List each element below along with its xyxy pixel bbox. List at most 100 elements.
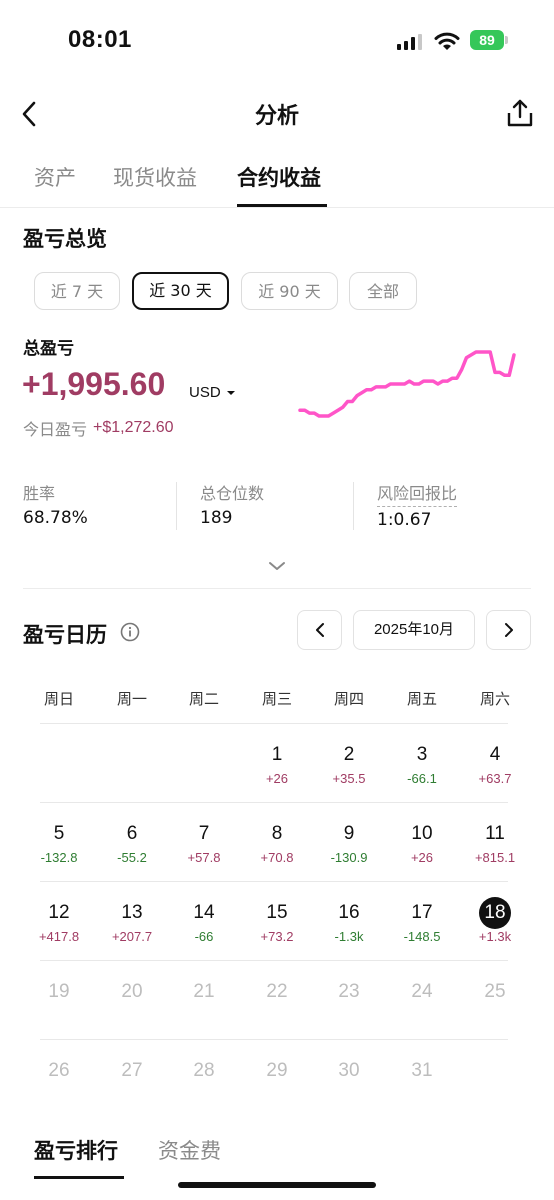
calendar-day-pnl: +57.8 [187,850,221,865]
calendar-day[interactable]: 14 -66 [168,901,240,944]
calendar-day[interactable]: 5 -132.8 [23,822,95,865]
calendar-day-number: 6 [126,823,138,844]
calendar-day-number: 19 [48,981,70,1002]
calendar-day[interactable]: 17 -148.5 [386,901,458,944]
month-selector[interactable]: 2025年10月 [353,610,475,650]
page-title: 分析 [254,104,299,129]
calendar-day-number: 4 [489,744,501,765]
calendar-day[interactable]: 10 +26 [386,822,458,865]
calendar-day[interactable]: 12 +417.8 [23,901,95,944]
calendar-day-number: 26 [48,1060,70,1081]
expand-chevron-icon[interactable] [267,560,287,572]
chevron-left-icon [315,623,324,637]
calendar-day[interactable]: 7 +57.8 [168,822,240,865]
calendar-day-number: 16 [338,902,360,923]
period-7d-button[interactable]: 近 7 天 [34,272,120,310]
calendar-day-pnl: +73.2 [260,929,294,944]
pnl-calendar-title: 盈亏日历 [23,623,107,647]
calendar-day[interactable]: 6 -55.2 [96,822,168,865]
calendar-day[interactable]: 1 +26 [241,743,313,786]
prev-month-button[interactable] [297,610,342,650]
sparkline-series [298,350,516,418]
calendar-day[interactable]: 9 -130.9 [313,822,385,865]
stat-divider [353,482,354,530]
calendar-day-number: 31 [411,1060,433,1081]
calendar-day[interactable]: 27 [96,1059,168,1083]
today-pnl-value: +$1,272.60 [93,419,174,436]
info-icon[interactable] [120,622,140,642]
risk-reward-value: 1:0.67 [377,510,432,530]
status-time: 08:01 [68,26,132,53]
calendar-day-number: 9 [343,823,355,844]
calendar-day-number: 5 [53,823,65,844]
calendar-day-number: 2 [343,744,355,765]
tab-pnl-ranking[interactable]: 盈亏排行 [34,1135,118,1165]
currency-selector[interactable]: USD [189,384,236,401]
period-30d-button[interactable]: 近 30 天 [132,272,229,310]
calendar-day[interactable]: 30 [313,1059,385,1083]
calendar-day-pnl: +26 [265,771,289,786]
calendar-day-number: 8 [271,823,283,844]
calendar-day-pnl: -130.9 [330,850,368,865]
tab-futures-earnings[interactable]: 合约收益 [237,162,321,192]
section-divider [23,588,531,589]
tab-assets[interactable]: 资产 [34,162,76,192]
total-pnl-value: +1,995.60 [22,366,166,402]
calendar-day[interactable]: 23 [313,980,385,1004]
calendar-day-pnl: +63.7 [478,771,512,786]
calendar-day-pnl: -132.8 [40,850,78,865]
calendar-day[interactable]: 13 +207.7 [96,901,168,944]
calendar-day[interactable]: 15 +73.2 [241,901,313,944]
period-all-button[interactable]: 全部 [349,272,417,310]
tab-funding-fee[interactable]: 资金费 [158,1135,221,1165]
today-pnl-label: 今日盈亏 [23,420,88,439]
calendar-day[interactable]: 16 -1.3k [313,901,385,944]
calendar-day-number: 23 [338,981,360,1002]
risk-reward-label[interactable]: 风险回报比 [377,480,458,507]
weekday-wed: 周三 [261,690,292,708]
weekday-sat: 周六 [479,690,510,708]
share-icon[interactable] [505,98,535,128]
calendar-row-divider [40,723,508,724]
calendar-day-number: 14 [193,902,215,923]
chevron-right-icon [504,623,513,637]
calendar-day[interactable]: 25 [459,980,531,1004]
calendar-day[interactable]: 26 [23,1059,95,1083]
calendar-day[interactable]: 4 +63.7 [459,743,531,786]
calendar-day[interactable]: 3 -66.1 [386,743,458,786]
calendar-day[interactable]: 24 [386,980,458,1004]
calendar-row-divider [40,1039,508,1040]
calendar-day[interactable]: 18 +1.3k [459,897,531,944]
calendar-day[interactable]: 31 [386,1059,458,1083]
battery-icon: 89 [470,30,504,50]
next-month-button[interactable] [486,610,531,650]
calendar-day[interactable]: 2 +35.5 [313,743,385,786]
home-indicator [178,1182,376,1188]
calendar-day[interactable]: 29 [241,1059,313,1083]
calendar-day-number: 13 [121,902,143,923]
calendar-day-number: 3 [416,744,428,765]
calendar-day[interactable]: 28 [168,1059,240,1083]
calendar-day[interactable]: 20 [96,980,168,1004]
calendar-row-divider [40,881,508,882]
cellular-signal-icon [397,34,422,50]
calendar-day-number: 25 [484,981,506,1002]
win-rate-value: 68.78% [23,508,88,528]
calendar-day[interactable]: 19 [23,980,95,1004]
calendar-row-divider [40,802,508,803]
calendar-day-number: 10 [411,823,433,844]
calendar-day-number: 30 [338,1060,360,1081]
calendar-day[interactable]: 22 [241,980,313,1004]
weekday-mon: 周一 [116,690,147,708]
calendar-day[interactable]: 21 [168,980,240,1004]
weekday-thu: 周四 [333,690,364,708]
calendar-day-number: 29 [266,1060,288,1081]
caret-down-icon [226,390,235,395]
wifi-icon [434,32,460,50]
calendar-day-pnl: -1.3k [334,929,364,944]
period-90d-button[interactable]: 近 90 天 [241,272,338,310]
calendar-day[interactable]: 8 +70.8 [241,822,313,865]
calendar-day[interactable]: 11 +815.1 [459,822,531,865]
calendar-day-number: 27 [121,1060,143,1081]
tab-spot-earnings[interactable]: 现货收益 [113,162,197,192]
